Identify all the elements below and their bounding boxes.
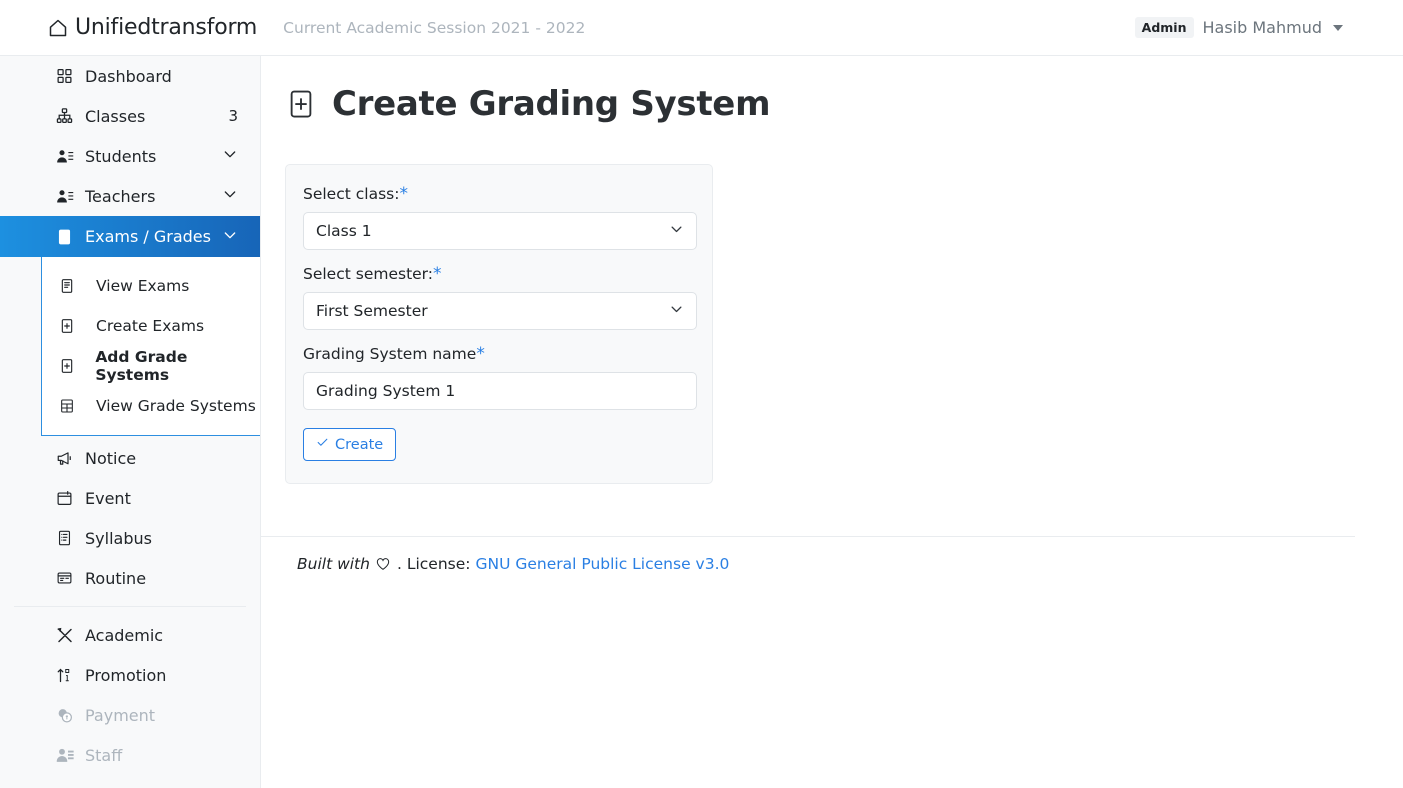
submenu-item-view-grade-systems[interactable]: View Grade Systems xyxy=(42,386,260,426)
sidebar-item-library[interactable]: Library xyxy=(0,775,260,788)
sidebar-item-students[interactable]: Students xyxy=(0,136,260,176)
chevron-down-icon xyxy=(669,302,684,321)
sidebar-item-label: Payment xyxy=(85,705,156,725)
sidebar: Dashboard Classes 3 Students Teachers Ex… xyxy=(0,56,261,788)
chevron-down-icon[interactable] xyxy=(222,227,238,247)
select-class-label: Select class:* xyxy=(303,184,695,204)
sidebar-item-dashboard[interactable]: Dashboard xyxy=(0,56,260,96)
brand-name: Unifiedtransform xyxy=(75,15,258,40)
chevron-down-icon xyxy=(669,222,684,241)
plus-box-icon xyxy=(58,317,76,335)
create-button[interactable]: Create xyxy=(303,428,397,461)
sidebar-item-label: Notice xyxy=(85,448,137,468)
top-navbar: Unifiedtransform Current Academic Sessio… xyxy=(0,0,1403,56)
list-doc-icon xyxy=(55,529,74,548)
sidebar-item-event[interactable]: Event xyxy=(0,478,260,518)
arrow-up-icon xyxy=(55,666,74,685)
select-class-value: Class 1 xyxy=(316,222,372,240)
sidebar-item-routine[interactable]: Routine xyxy=(0,558,260,598)
user-name: Hasib Mahmud xyxy=(1202,18,1323,37)
caret-down-icon[interactable] xyxy=(1333,24,1343,31)
heart-icon xyxy=(375,556,391,572)
users-icon xyxy=(55,147,74,166)
sidebar-item-label: Students xyxy=(85,146,157,166)
grading-system-name-label: Grading System name* xyxy=(303,344,695,364)
built-with-text: Built with xyxy=(297,555,370,573)
submenu-item-label: Add Grade Systems xyxy=(95,348,188,384)
sidebar-item-label: Promotion xyxy=(85,665,167,685)
chevron-down-icon[interactable] xyxy=(222,186,238,206)
sidebar-item-payment[interactable]: Payment xyxy=(0,695,260,735)
license-link[interactable]: GNU General Public License v3.0 xyxy=(475,555,729,573)
sidebar-item-label: Exams / Grades xyxy=(85,227,211,246)
calendar-icon xyxy=(55,489,74,508)
sidebar-item-label: Teachers xyxy=(85,186,156,206)
submenu-item-label: Create Exams xyxy=(96,317,205,335)
select-class-dropdown[interactable]: Class 1 xyxy=(303,212,697,250)
grid-icon xyxy=(55,67,74,86)
required-asterisk: * xyxy=(476,344,485,364)
role-badge: Admin xyxy=(1134,17,1194,38)
sidebar-item-label: Dashboard xyxy=(85,66,172,86)
sidebar-item-staff[interactable]: Staff xyxy=(0,735,260,775)
sitemap-icon xyxy=(55,107,74,126)
academic-session-text: Current Academic Session 2021 - 2022 xyxy=(283,18,586,37)
page-header: Create Grading System xyxy=(261,56,1403,124)
required-asterisk: * xyxy=(399,184,408,204)
main-content: Create Grading System Select class:* Cla… xyxy=(261,56,1403,788)
sidebar-divider xyxy=(14,606,246,607)
sidebar-item-label: Academic xyxy=(85,625,164,645)
sidebar-item-promotion[interactable]: Promotion xyxy=(0,655,260,695)
sidebar-item-label: Event xyxy=(85,488,131,508)
select-class-label-text: Select class: xyxy=(303,185,400,203)
document-icon xyxy=(55,227,74,246)
license-label: . License: xyxy=(396,555,471,573)
users-icon xyxy=(55,187,74,206)
table-icon xyxy=(58,397,76,415)
home-icon xyxy=(48,18,68,38)
routine-icon xyxy=(55,569,74,588)
select-semester-label: Select semester:* xyxy=(303,264,695,284)
submenu-item-label: View Exams xyxy=(96,277,190,295)
exams-grades-submenu: View Exams Create Exams Add Grade System… xyxy=(41,257,260,436)
megaphone-icon xyxy=(55,449,74,468)
page-title: Create Grading System xyxy=(332,84,771,124)
grading-system-name-value: Grading System 1 xyxy=(316,382,456,400)
sidebar-item-classes[interactable]: Classes 3 xyxy=(0,96,260,136)
select-semester-value: First Semester xyxy=(316,302,428,320)
sidebar-item-academic[interactable]: Academic xyxy=(0,615,260,655)
plus-box-icon xyxy=(58,357,75,375)
create-button-label: Create xyxy=(335,436,384,453)
sidebar-item-label: Staff xyxy=(85,745,123,765)
sidebar-item-label: Routine xyxy=(85,568,147,588)
sidebar-item-label: Classes xyxy=(85,106,146,126)
grading-system-name-input[interactable]: Grading System 1 xyxy=(303,372,697,410)
coins-icon xyxy=(55,706,74,725)
document-icon xyxy=(58,277,76,295)
sidebar-item-exams-grades[interactable]: Exams / Grades xyxy=(0,216,260,257)
select-semester-dropdown[interactable]: First Semester xyxy=(303,292,697,330)
create-grading-system-form: Select class:* Class 1 Select semester:*… xyxy=(285,164,713,484)
submenu-item-label: View Grade Systems xyxy=(96,397,256,415)
submenu-item-view-exams[interactable]: View Exams xyxy=(42,266,260,306)
brand-logo[interactable]: Unifiedtransform xyxy=(48,15,257,40)
sidebar-item-notice[interactable]: Notice xyxy=(0,438,260,478)
users-icon xyxy=(55,746,74,765)
grading-system-name-label-text: Grading System name xyxy=(303,345,477,363)
required-asterisk: * xyxy=(433,264,442,284)
tools-icon xyxy=(55,626,74,645)
navbar-user-area[interactable]: Admin Hasib Mahmud xyxy=(1134,17,1343,38)
submenu-item-add-grade-systems[interactable]: Add Grade Systems xyxy=(42,346,260,386)
sidebar-item-label: Syllabus xyxy=(85,528,152,548)
classes-count: 3 xyxy=(228,107,238,125)
sidebar-item-syllabus[interactable]: Syllabus xyxy=(0,518,260,558)
check-icon xyxy=(316,436,329,453)
footer: Built with . License: GNU General Public… xyxy=(261,537,1403,573)
select-semester-label-text: Select semester: xyxy=(303,265,434,283)
plus-box-icon xyxy=(285,86,317,122)
chevron-down-icon[interactable] xyxy=(222,146,238,166)
submenu-item-create-exams[interactable]: Create Exams xyxy=(42,306,260,346)
sidebar-item-teachers[interactable]: Teachers xyxy=(0,176,260,216)
